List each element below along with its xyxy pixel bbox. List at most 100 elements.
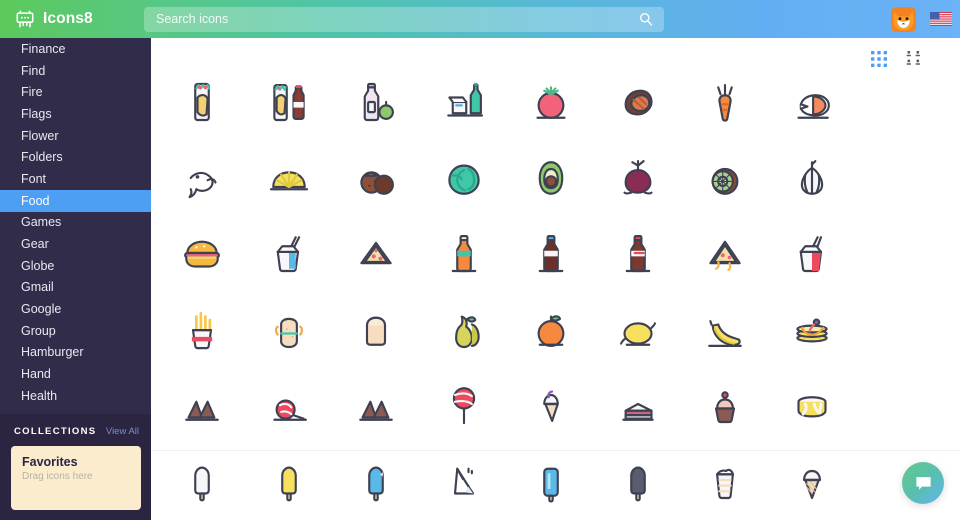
chestnuts-icon[interactable] (343, 145, 409, 211)
beet-icon[interactable] (605, 145, 671, 211)
noodle-box-red-icon[interactable] (779, 220, 845, 286)
search-bar[interactable] (144, 6, 664, 32)
lollipop-flat-icon[interactable] (256, 371, 322, 437)
cupcake-icon[interactable] (692, 371, 758, 437)
noodle-box-icon[interactable] (256, 220, 322, 286)
sidebar-item-health[interactable]: Health (0, 385, 151, 407)
pears-icon[interactable] (431, 296, 497, 362)
garlic-icon[interactable] (779, 145, 845, 211)
sidebar-item-label: Folders (21, 150, 63, 165)
lemon-icon[interactable] (605, 296, 671, 362)
burrito-and-cola-icon[interactable] (256, 69, 322, 135)
chat-bubble-icon[interactable] (902, 462, 944, 504)
sidebar-item-food[interactable]: Food (0, 189, 151, 212)
sidebar-item-folders[interactable]: Folders (0, 146, 151, 168)
sidebar-item-label: Globe (21, 258, 55, 273)
milkshake-cup-icon[interactable] (692, 447, 758, 513)
icon-glyph (273, 399, 308, 421)
logo-block[interactable]: Icons8 (14, 9, 132, 29)
sidebar-item-google[interactable]: Google (0, 298, 151, 320)
icon-glyph (368, 466, 385, 501)
avocado-icon[interactable] (518, 145, 584, 211)
ice-cream-waffle-cone-icon[interactable] (779, 447, 845, 513)
banana-icon[interactable] (692, 296, 758, 362)
us-flag-icon[interactable] (930, 12, 952, 26)
carrot-icon[interactable] (692, 69, 758, 135)
ice-pop-blue-icon[interactable] (518, 447, 584, 513)
cone-outline-icon[interactable] (431, 447, 497, 513)
popsicle-yellow-icon[interactable] (256, 447, 322, 513)
icon-glyph (191, 311, 213, 349)
burrito-icon[interactable] (169, 69, 235, 135)
icon-glyph (796, 317, 829, 342)
favorites-card[interactable]: Favorites Drag icons here (11, 446, 141, 510)
cake-slice-icon[interactable] (605, 371, 671, 437)
sidebar-item-find[interactable]: Find (0, 60, 151, 82)
milk-bottle-and-apple-icon[interactable] (343, 69, 409, 135)
icon-glyph (273, 84, 305, 122)
header-right-group (891, 0, 952, 38)
icon-glyph (801, 159, 824, 195)
french-fries-icon[interactable] (169, 296, 235, 362)
sidebar-item-flower[interactable]: Flower (0, 125, 151, 147)
orange-soda-bottle-icon[interactable] (431, 220, 497, 286)
lollipop-icon[interactable] (431, 371, 497, 437)
salmon-icon[interactable] (779, 69, 845, 135)
lemon-slice-icon[interactable] (256, 145, 322, 211)
sidebar-item-gear[interactable]: Gear (0, 233, 151, 255)
cabbage-icon[interactable] (431, 145, 497, 211)
fox-avatar[interactable] (891, 6, 916, 32)
sidebar-item-font[interactable]: Font (0, 168, 151, 190)
steak-icon[interactable] (605, 69, 671, 135)
tomato-icon[interactable] (518, 69, 584, 135)
lunchbox-and-bottle-icon[interactable] (431, 69, 497, 135)
pancakes-icon[interactable] (779, 296, 845, 362)
app-header: Icons8 (0, 0, 960, 38)
icon-glyph (452, 387, 475, 425)
collections-header: COLLECTIONS View All (0, 414, 151, 437)
icon-glyph (194, 82, 210, 122)
popsicle-blue-icon[interactable] (343, 447, 409, 513)
bread-slice-icon[interactable] (343, 296, 409, 362)
sidebar-item-globe[interactable]: Globe (0, 255, 151, 277)
cheesecake-icon[interactable] (779, 371, 845, 437)
logo-text: Icons8 (43, 10, 93, 27)
sidebar-item-gmail[interactable]: Gmail (0, 277, 151, 299)
hamburger-icon[interactable] (169, 220, 235, 286)
sidebar-item-label: Group (21, 323, 56, 338)
sidebar-item-hamburger[interactable]: Hamburger (0, 342, 151, 364)
pizza-slice-cheese-icon[interactable] (692, 220, 758, 286)
cola-bottle-icon[interactable] (605, 220, 671, 286)
pizza-slice-icon[interactable] (343, 220, 409, 286)
icon-glyph (188, 171, 217, 198)
icon-glyph (797, 396, 827, 418)
sidebar-item-finance[interactable]: Finance (0, 38, 151, 60)
sidebar-item-flags[interactable]: Flags (0, 103, 151, 125)
sandwich-icon[interactable] (256, 296, 322, 362)
sidebar-item-group[interactable]: Group (0, 320, 151, 342)
icon-glyph (717, 84, 734, 122)
view-all-link[interactable]: View All (106, 426, 139, 437)
icon-glyph (542, 467, 559, 502)
icon-glyph (715, 391, 736, 424)
sidebar-item-hand[interactable]: Hand (0, 363, 151, 385)
chocolate-chips-two-icon[interactable] (343, 371, 409, 437)
icon-glyph (454, 315, 480, 348)
cola-bottle-blue-icon[interactable] (518, 220, 584, 286)
popsicle-dark-icon[interactable] (605, 447, 671, 513)
kiwi-icon[interactable] (692, 145, 758, 211)
icon-glyph (270, 170, 309, 190)
sidebar-item-fire[interactable]: Fire (0, 81, 151, 103)
chocolate-chips-icon[interactable] (169, 371, 235, 437)
sidebar-item-label: Flower (21, 128, 59, 143)
sidebar-item-label: Games (21, 215, 62, 230)
popsicle-white-icon[interactable] (169, 447, 235, 513)
fish-icon[interactable] (169, 145, 235, 211)
sidebar-item-games[interactable]: Games (0, 212, 151, 234)
ice-cream-cone-icon[interactable] (518, 371, 584, 437)
icon-glyph (797, 94, 831, 119)
search-input[interactable] (156, 7, 616, 31)
search-icon[interactable] (638, 11, 654, 27)
orange-icon[interactable] (518, 296, 584, 362)
sidebar-item-label: Google (21, 302, 62, 317)
